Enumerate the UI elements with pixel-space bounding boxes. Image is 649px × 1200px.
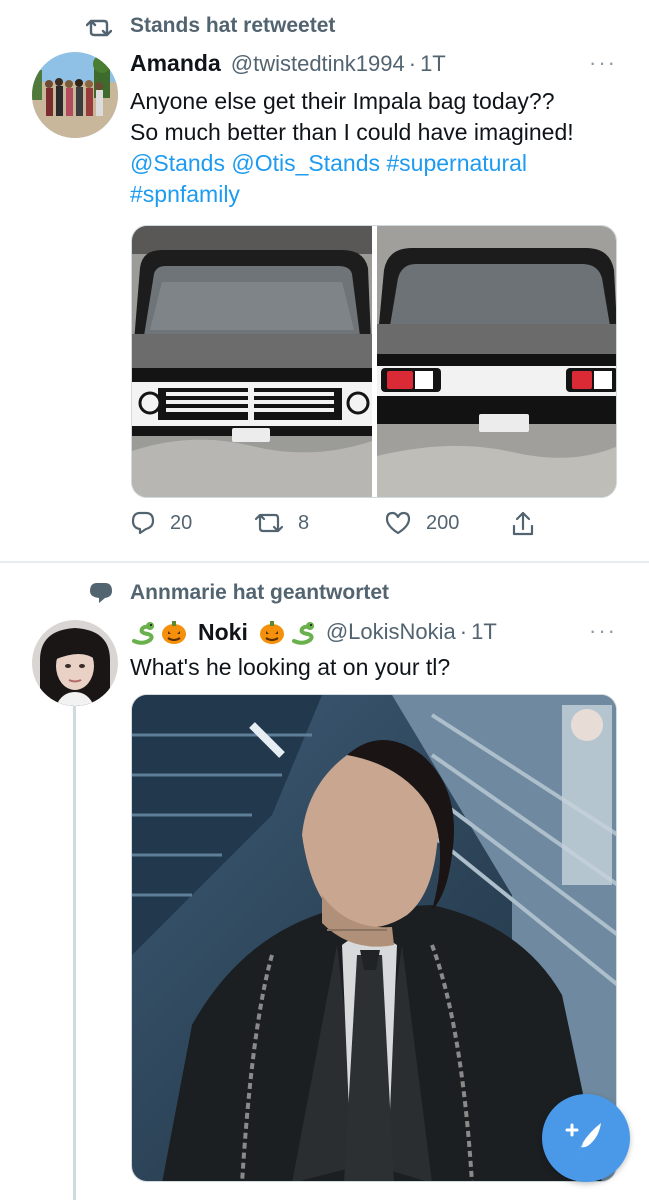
retweet-context[interactable]: Stands hat retweetet xyxy=(86,14,336,38)
separator-dot: · xyxy=(459,619,468,644)
like-count: 200 xyxy=(426,511,460,534)
retweet-icon xyxy=(254,513,284,533)
more-options-icon[interactable]: ··· xyxy=(589,618,617,644)
author-handle[interactable]: @LokisNokia xyxy=(326,619,456,645)
tweet-text: Anyone else get their Impala bag today??… xyxy=(130,86,610,210)
retweet-button[interactable]: 8 xyxy=(254,510,309,536)
tweet-time[interactable]: 1T xyxy=(420,51,446,77)
reply-context-label: Annmarie hat geantwortet xyxy=(130,581,390,604)
tweet-header: Amanda @twistedtink1994 · 1T xyxy=(130,50,446,77)
reply-count: 20 xyxy=(170,511,193,534)
compose-tweet-button[interactable] xyxy=(542,1094,630,1182)
reply-context[interactable]: Annmarie hat geantwortet xyxy=(90,581,390,605)
tweet-text-line: So much better than I could have imagine… xyxy=(130,119,574,145)
hashtag-link[interactable]: #spnfamily xyxy=(130,179,610,210)
author-name[interactable]: Noki xyxy=(198,619,248,646)
retweet-context-label: Stands hat retweetet xyxy=(130,14,336,37)
heart-icon xyxy=(385,511,411,535)
reply-icon xyxy=(131,511,155,535)
share-icon xyxy=(512,511,534,536)
snake-emoji-icon xyxy=(291,622,314,645)
retweet-count: 8 xyxy=(298,511,310,534)
avatar-noki[interactable] xyxy=(32,620,118,706)
tweet-text-line: Anyone else get their Impala bag today?? xyxy=(130,88,555,114)
avatar-amanda[interactable] xyxy=(32,52,118,138)
speech-bubble-icon xyxy=(90,583,112,603)
share-button[interactable] xyxy=(510,510,550,538)
retweet-icon xyxy=(86,19,112,37)
pumpkin-emoji-icon xyxy=(162,621,186,644)
media-image-back[interactable] xyxy=(377,226,617,498)
mentions-hashtags[interactable]: @Stands @Otis_Stands #supernatural xyxy=(130,148,610,179)
tweet-divider xyxy=(0,561,649,563)
media-image-front[interactable] xyxy=(132,226,372,498)
separator-dot: · xyxy=(408,50,417,76)
more-options-icon[interactable]: ··· xyxy=(589,50,617,76)
compose-tweet-icon xyxy=(565,1123,601,1155)
media-image-man-looking-up[interactable] xyxy=(132,695,617,1182)
tweet-time[interactable]: 1T xyxy=(471,619,497,645)
tweet-media-grid[interactable] xyxy=(131,225,617,498)
like-button[interactable]: 200 xyxy=(384,510,459,536)
tweet-amanda[interactable]: Stands hat retweetet Amanda @twistedtink… xyxy=(0,0,649,562)
reply-button[interactable]: 20 xyxy=(130,510,192,536)
tweet-text: What's he looking at on your tl? xyxy=(130,654,451,680)
author-name[interactable]: Amanda xyxy=(130,50,221,77)
tweet-actions: 20 8 200 xyxy=(130,510,550,542)
thread-line xyxy=(73,706,76,1200)
tweet-media-image[interactable] xyxy=(131,694,617,1182)
author-handle[interactable]: @twistedtink1994 xyxy=(231,51,405,77)
tweet-header: Noki @LokisNokia · 1T xyxy=(130,618,497,646)
snake-emoji-icon xyxy=(132,622,154,645)
pumpkin-emoji-icon xyxy=(259,621,284,644)
